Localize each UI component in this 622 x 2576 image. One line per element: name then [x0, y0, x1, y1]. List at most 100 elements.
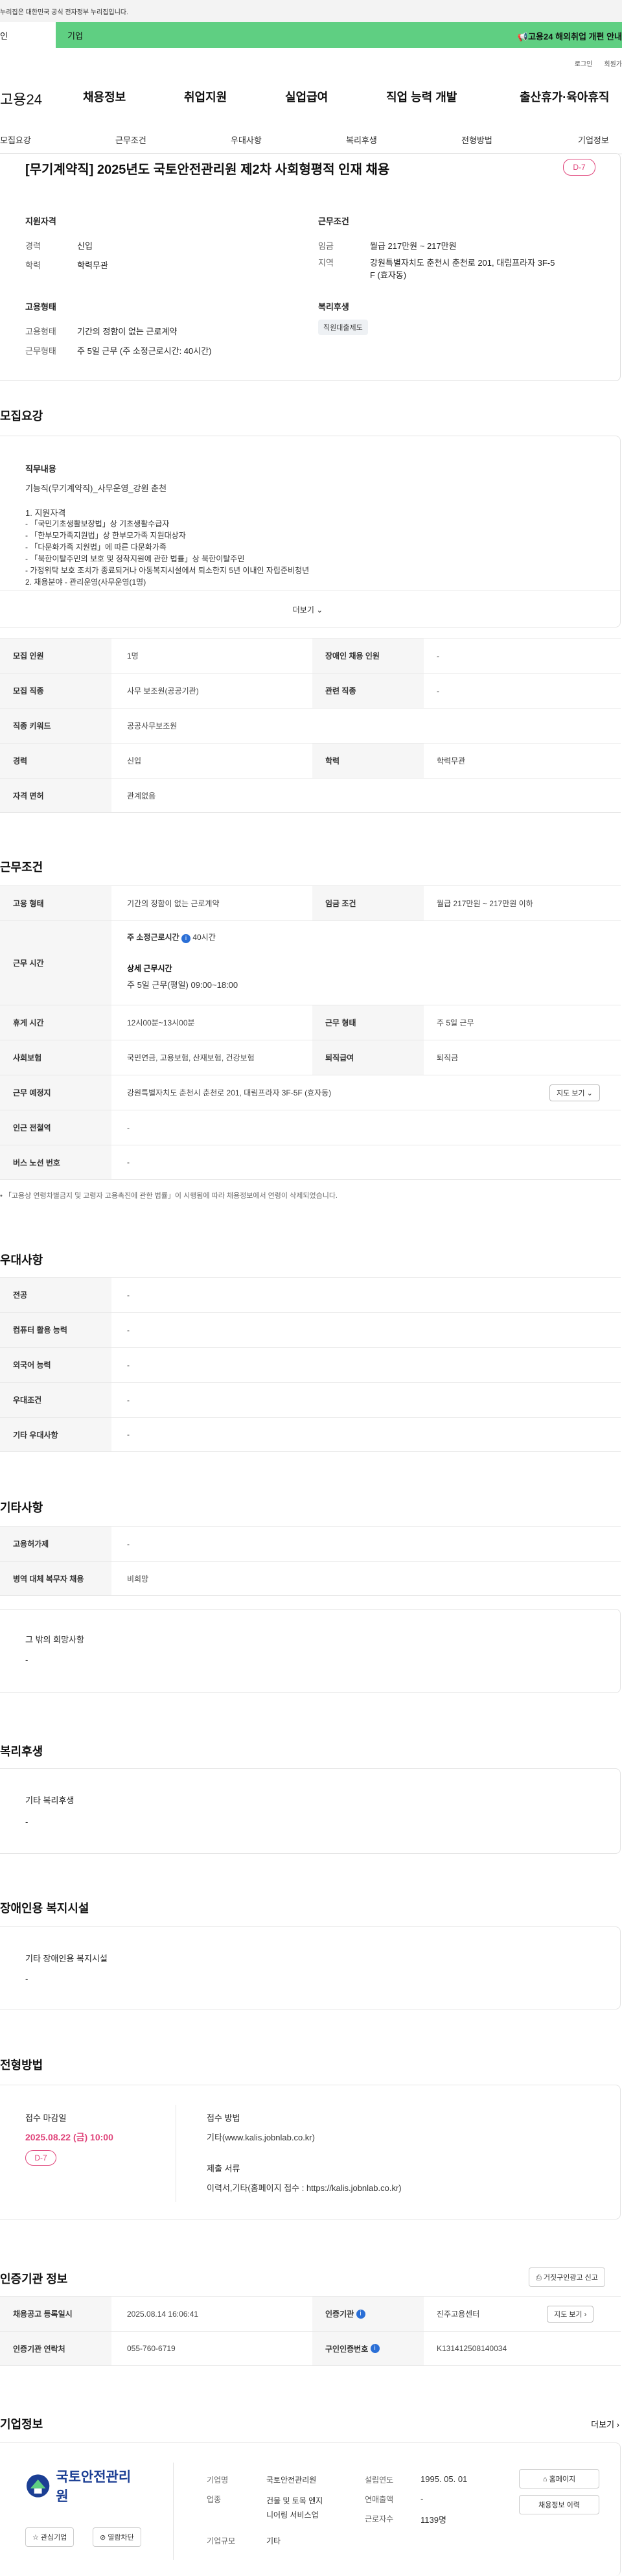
row-label: 병역 대체 복무자 채용	[0, 1562, 111, 1595]
org-map-button[interactable]: 지도 보기 ›	[547, 2306, 594, 2323]
row-value: -	[127, 1325, 130, 1335]
emp-type-value: 기간의 정함이 없는 근로계약	[77, 327, 178, 336]
hours-main-label: 주 소정근로시간	[127, 933, 179, 942]
gov-notice: 누리집은 대한민국 공식 전자정부 누리집입니다.	[0, 9, 128, 16]
notice-banner[interactable]: 📢고용24 해외취업 개편 안내	[518, 30, 622, 42]
table-row: 인증기관 연락처 055-760-6719 구인인증번호 i K131412508…	[0, 2331, 621, 2366]
cert-title: 인증기관 정보	[0, 2273, 68, 2286]
reg-value: 2025.08.14 16:06:41	[127, 2309, 199, 2319]
nav-parental-leave[interactable]: 출산휴가·육아휴직	[520, 88, 609, 105]
pref-title: 우대사항	[0, 1254, 43, 1267]
table-row: 버스 노선 번호 -	[0, 1145, 621, 1180]
id-value: K131412508140034	[437, 2344, 507, 2353]
contact-label: 인증기관 연락처	[0, 2332, 111, 2365]
form-label: 근무 형태	[312, 1005, 424, 1040]
company-name-value: 국토안전관리원	[266, 2476, 317, 2485]
info-icon[interactable]: i	[370, 2344, 380, 2353]
table-row: 경력 신입 학력 학력무관	[0, 743, 621, 778]
row-label: 우대조건	[0, 1383, 111, 1417]
category-left[interactable]: 인	[0, 22, 56, 48]
size-value: 기타	[266, 2536, 281, 2546]
wage-row: 임금 월급 217만원 ~ 217만원	[318, 239, 457, 252]
table-row: 기타 우대사항 -	[0, 1417, 621, 1452]
dday-badge: D-7	[25, 2150, 56, 2166]
region-value-2: F (효자동)	[370, 270, 407, 280]
more-button[interactable]: 더보기 ⌄	[0, 591, 620, 627]
homepage-label: 홈페이지	[549, 2476, 576, 2483]
site-logo[interactable]: 고용24	[0, 88, 42, 109]
wage-value: 월급 217만원 ~ 217만원 이하	[437, 899, 533, 908]
wage-value: 월급 217만원 ~ 217만원	[370, 241, 457, 251]
tab-company[interactable]: 기업정보	[578, 134, 609, 146]
nav-unemployment-benefit[interactable]: 실업급여	[285, 88, 328, 105]
place-label: 근무 예정지	[0, 1075, 111, 1110]
category-main[interactable]: 기업 📢고용24 해외취업 개편 안내	[56, 22, 622, 48]
notice-banner-text: 고용24 해외취업 개편 안내	[528, 32, 622, 41]
reg-label: 채용공고 등록일시	[0, 2297, 111, 2331]
wage-label: 임금 조건	[312, 886, 424, 920]
table-row: 컴퓨터 활용 능력 -	[0, 1312, 621, 1347]
welfare-other-value: -	[25, 1817, 29, 1827]
chevron-right-icon: ›	[614, 2420, 619, 2430]
emp-type-label: 고용형태	[25, 327, 56, 336]
nav-jobs[interactable]: 채용정보	[83, 88, 126, 105]
row-value: -	[127, 1290, 130, 1300]
login-link[interactable]: 로그인	[575, 58, 593, 68]
chevron-right-icon: ›	[582, 2311, 587, 2319]
job-line-6: - 「북한이탈주민의 보호 및 정착지원에 관한 법률」상 북한이탈주민	[25, 554, 245, 563]
company-box: 국토안전관리원 ☆ 관심기업 ⊘ 열람차단 기업명 국토안전관리원 업종 건물 …	[0, 2442, 621, 2576]
work-heading: 근무조건	[318, 217, 349, 226]
tab-recruit[interactable]: 모집요강	[0, 134, 31, 146]
tab-process[interactable]: 전형방법	[461, 134, 492, 146]
tab-work[interactable]: 근무조건	[115, 134, 146, 146]
row-value: 사무 보조원(공공기관)	[127, 686, 199, 696]
follow-company-button[interactable]: ☆ 관심기업	[25, 2527, 75, 2547]
work-form-label: 근무형태	[25, 346, 56, 356]
retire-value: 퇴직금	[437, 1053, 459, 1062]
homepage-button[interactable]: ⌂ 홈페이지	[519, 2469, 599, 2488]
job-line-2: 1. 지원자격	[25, 508, 66, 518]
table-row: 외국어 능력 -	[0, 1347, 621, 1382]
signup-link[interactable]: 회원가	[604, 58, 622, 68]
table-row: 우대조건 -	[0, 1382, 621, 1417]
hiring-history-button[interactable]: 채용정보 이력	[519, 2495, 599, 2514]
recruit-title: 모집요강	[0, 410, 43, 423]
divider	[173, 2463, 174, 2560]
map-button[interactable]: 지도 보기 ⌄	[549, 1084, 600, 1101]
row-value: 공공사무보조원	[127, 721, 178, 731]
row-label: 경력	[0, 744, 111, 778]
block-company-button[interactable]: ⊘ 열람차단	[93, 2527, 141, 2547]
row-label: 전공	[0, 1278, 111, 1312]
nav-employment-support[interactable]: 취업지원	[184, 88, 227, 105]
tab-welfare[interactable]: 복리후생	[346, 134, 377, 146]
info-icon[interactable]: i	[356, 2309, 365, 2319]
job-line-1: 기능직(무기계약직)_사무운영_강원 춘천	[25, 484, 167, 493]
row-label: 직종 키워드	[0, 708, 111, 743]
fake-ad-report-button[interactable]: ⎙ 거짓구인광고 신고	[529, 2267, 605, 2287]
utility-links: 로그인 회원가	[575, 58, 622, 68]
age-note-text: 「고용상 연령차별금지 및 고령자 고용촉진에 관한 법률」이 시행됨에 따라 …	[4, 1192, 338, 1200]
hours-label: 근무 시간	[0, 921, 111, 1005]
sales-label: 연매출액	[365, 2495, 394, 2504]
info-icon[interactable]: i	[181, 934, 190, 943]
emp-type-row: 고용형태 기간의 정함이 없는 근로계약	[25, 325, 177, 337]
hiring-history-label: 채용정보 이력	[538, 2501, 580, 2509]
block-label: 열람차단	[108, 2534, 134, 2542]
tab-preference[interactable]: 우대사항	[231, 134, 262, 146]
row-label: 관련 직종	[312, 673, 424, 708]
welfare-other-heading: 기타 복리후생	[25, 1796, 75, 1805]
welfare-box: 기타 복리후생 -	[0, 1768, 621, 1854]
report-icon: ⎙	[536, 2274, 544, 2282]
subway-label: 인근 전철역	[0, 1110, 111, 1145]
company-more-link[interactable]: 더보기 ›	[591, 2418, 619, 2430]
company-logo-icon	[26, 2474, 50, 2498]
org-label: 인증기관 i	[312, 2297, 424, 2331]
qual-heading: 지원자격	[25, 217, 56, 226]
process-box: 접수 마감일 2025.08.22 (금) 10:00 D-7 접수 방법 기타…	[0, 2085, 621, 2219]
nav-skills-dev[interactable]: 직업 능력 개발	[386, 88, 457, 105]
row-value: 1명	[127, 651, 139, 661]
industry-value-1: 건물 및 토목 엔지	[266, 2496, 323, 2505]
hours-main: 주 소정근로시간 i 40시간	[127, 931, 216, 943]
contact-value: 055-760-6719	[127, 2344, 176, 2353]
work-title: 근무조건	[0, 861, 43, 874]
